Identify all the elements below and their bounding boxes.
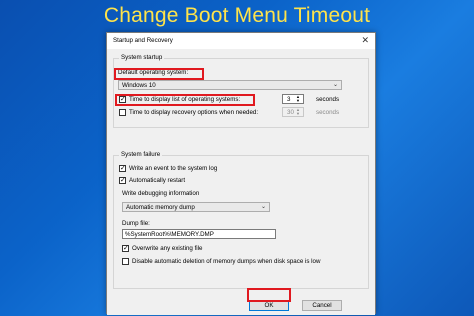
auto-restart-checkbox[interactable] bbox=[119, 176, 126, 184]
time-to-display-value: 3 bbox=[287, 96, 291, 103]
dump-file-label: Dump file: bbox=[122, 220, 150, 227]
dialog-footer: OK Cancel bbox=[107, 297, 375, 315]
system-startup-label: System startup bbox=[119, 54, 165, 61]
default-os-select[interactable]: Windows 10 ⌄ bbox=[118, 80, 342, 90]
startup-recovery-dialog: Startup and Recovery ✕ System startup De… bbox=[106, 32, 376, 315]
dump-file-value: %SystemRoot%\MEMORY.DMP bbox=[125, 231, 214, 238]
recovery-label: Time to display recovery options when ne… bbox=[129, 109, 259, 116]
disable-auto-delete-label: Disable automatic deletion of memory dum… bbox=[132, 258, 321, 265]
system-failure-group: System failure Write an event to the sys… bbox=[113, 151, 369, 289]
spinner-arrows-icon[interactable]: ▲ ▼ bbox=[296, 108, 302, 116]
system-startup-group: System startup Default operating system:… bbox=[113, 54, 369, 128]
close-icon[interactable]: ✕ bbox=[361, 35, 369, 46]
cancel-button[interactable]: Cancel bbox=[302, 300, 342, 311]
debug-info-label: Write debugging information bbox=[122, 190, 200, 197]
auto-restart-label: Automatically restart bbox=[129, 177, 186, 184]
dump-file-input[interactable]: %SystemRoot%\MEMORY.DMP bbox=[122, 229, 276, 239]
chevron-down-icon: ⌄ bbox=[332, 82, 338, 88]
time-to-display-checkbox[interactable] bbox=[119, 95, 126, 103]
recovery-value: 30 bbox=[287, 109, 294, 116]
spinner-arrows-icon[interactable]: ▲ ▼ bbox=[296, 95, 302, 103]
ok-button[interactable]: OK bbox=[249, 300, 289, 311]
dialog-body: System startup Default operating system:… bbox=[107, 49, 375, 297]
dialog-titlebar: Startup and Recovery ✕ bbox=[107, 33, 375, 49]
dialog-title: Startup and Recovery bbox=[113, 37, 173, 44]
default-os-value: Windows 10 bbox=[122, 82, 156, 89]
time-to-display-label: Time to display list of operating system… bbox=[129, 96, 241, 103]
system-failure-label: System failure bbox=[119, 151, 163, 158]
overwrite-checkbox[interactable] bbox=[122, 244, 129, 252]
write-event-label: Write an event to the system log bbox=[129, 165, 218, 172]
overwrite-label: Overwrite any existing file bbox=[132, 245, 203, 252]
write-event-checkbox[interactable] bbox=[119, 164, 126, 172]
default-os-label: Default operating system: bbox=[118, 69, 189, 76]
disable-auto-delete-checkbox[interactable] bbox=[122, 258, 129, 265]
chevron-down-icon: ⌄ bbox=[260, 204, 266, 210]
time-to-display-spinner[interactable]: 3 ▲ ▼ bbox=[282, 94, 304, 104]
recovery-checkbox[interactable] bbox=[119, 109, 126, 116]
dump-type-select[interactable]: Automatic memory dump ⌄ bbox=[122, 202, 270, 212]
recovery-spinner[interactable]: 30 ▲ ▼ bbox=[282, 107, 304, 117]
dump-type-value: Automatic memory dump bbox=[126, 204, 195, 211]
recovery-units: seconds bbox=[316, 109, 340, 116]
time-to-display-units: seconds bbox=[316, 96, 340, 103]
page-title: Change Boot Menu Timeout bbox=[103, 4, 371, 27]
